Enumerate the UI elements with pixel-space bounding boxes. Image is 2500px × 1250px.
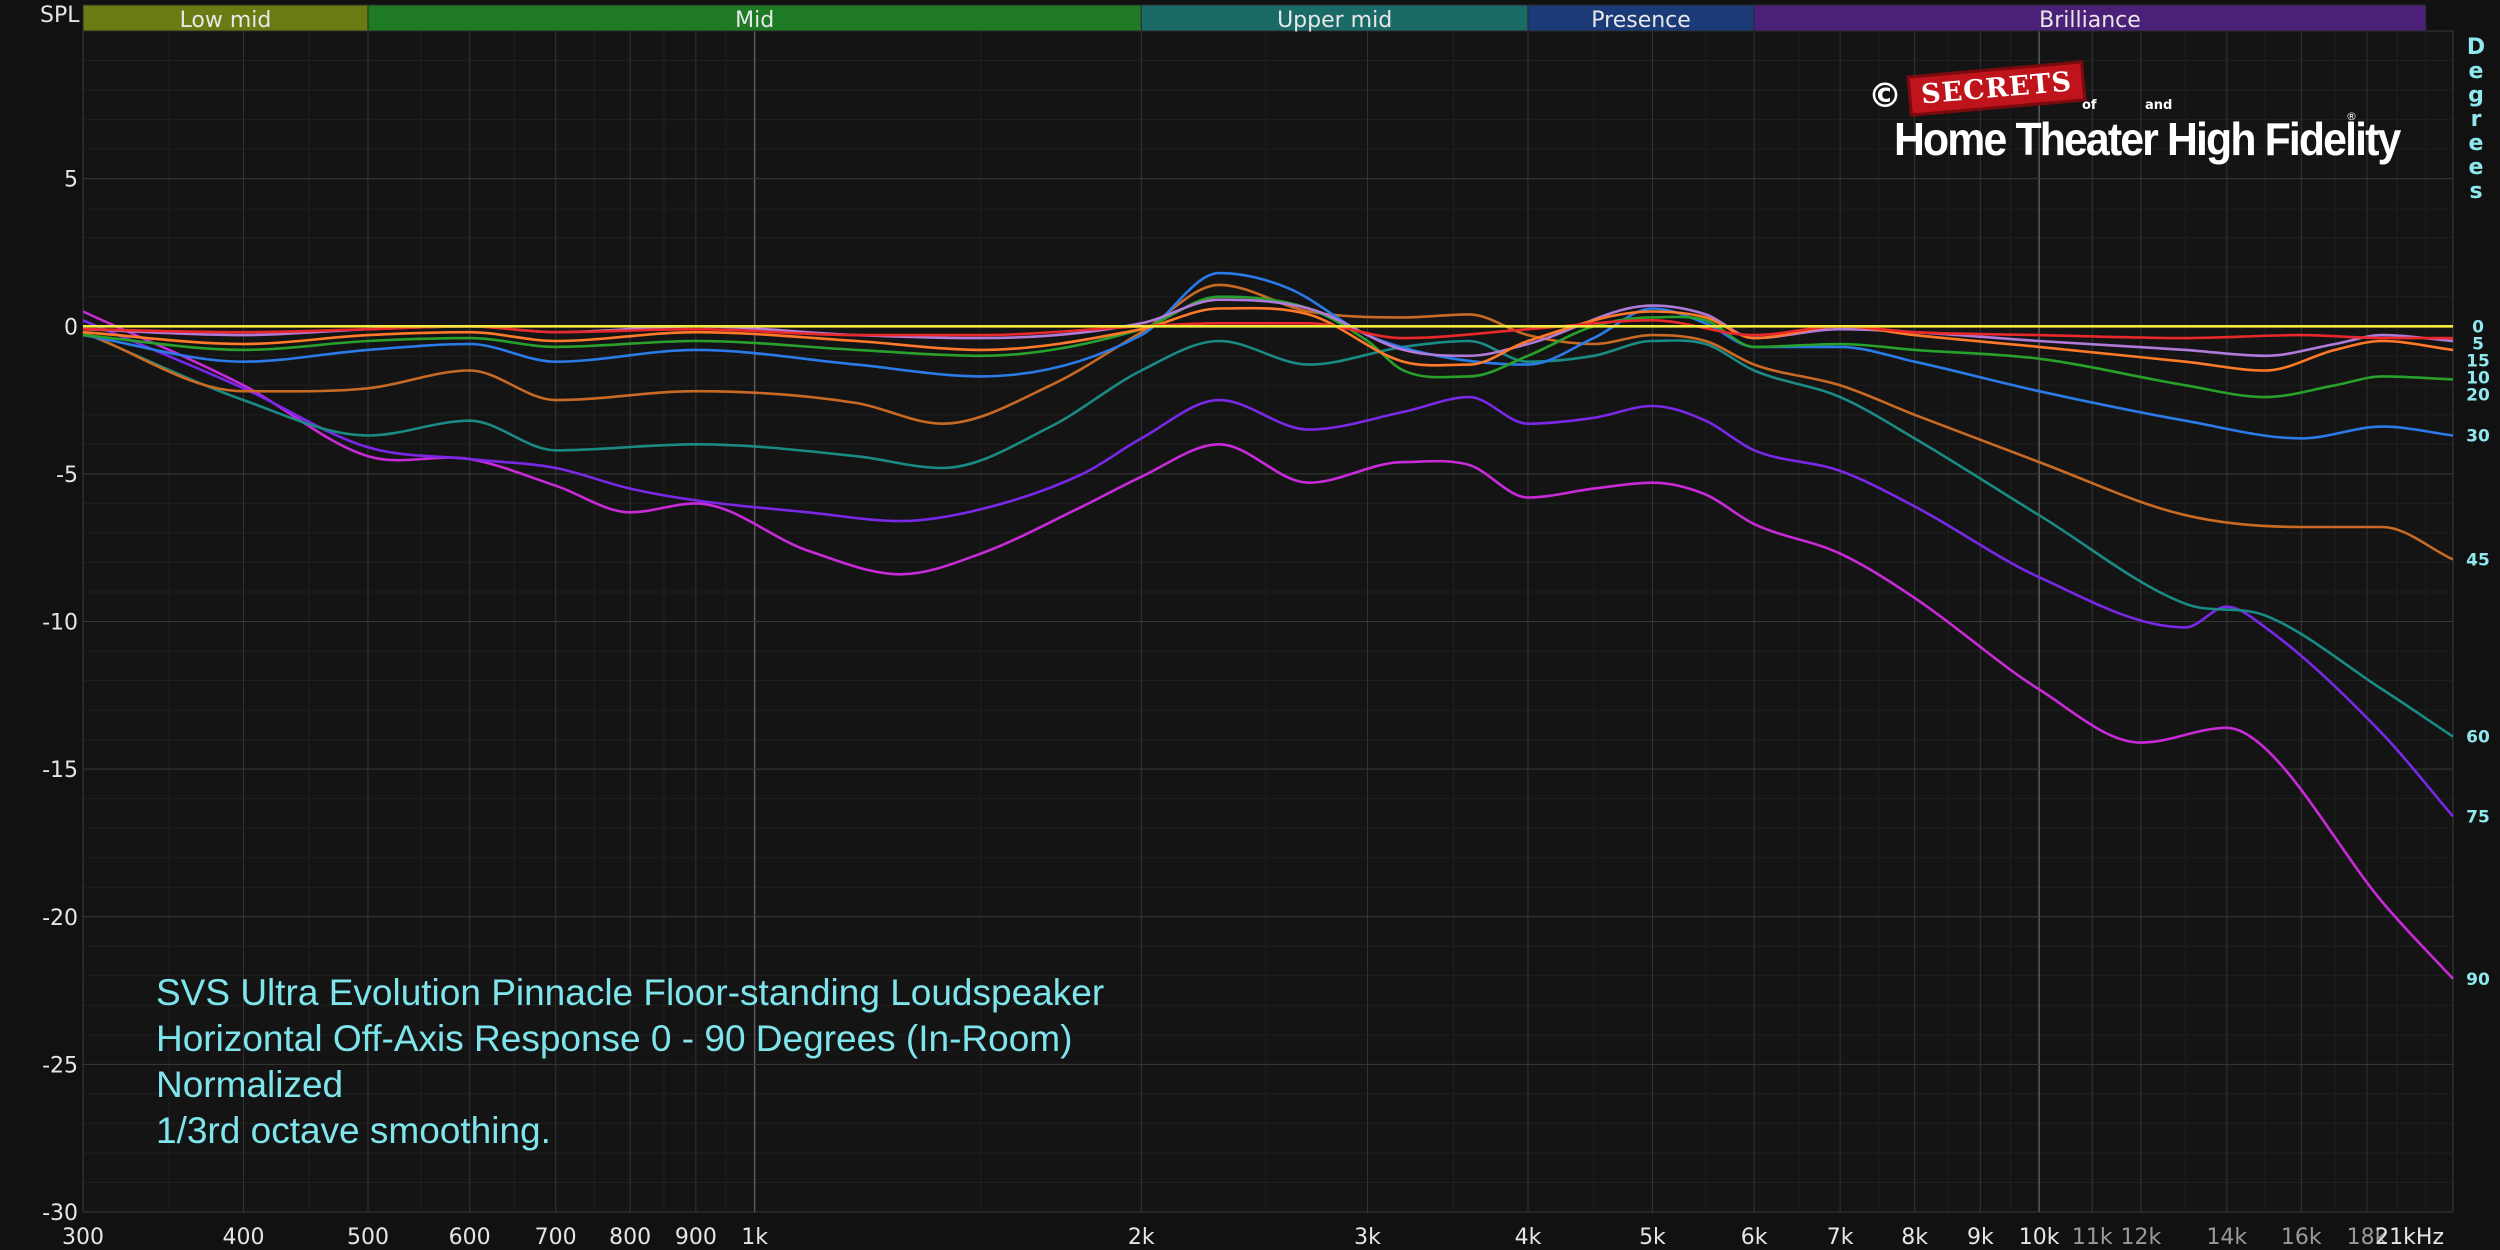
x-tick-label: 9k bbox=[1967, 1225, 1994, 1250]
x-tick-label: 300 bbox=[62, 1225, 104, 1250]
degrees-title-letter: r bbox=[2471, 107, 2482, 132]
y-tick-label: -10 bbox=[42, 611, 78, 636]
x-tick-label: 1k bbox=[741, 1225, 768, 1250]
x-tick-label: 800 bbox=[609, 1225, 651, 1250]
frequency-band-label: Upper mid bbox=[1277, 8, 1392, 33]
degree-label: 60 bbox=[2466, 728, 2490, 748]
degree-label: 20 bbox=[2466, 385, 2490, 405]
degrees-title-letter: D bbox=[2467, 35, 2485, 60]
logo-of-text: of bbox=[2082, 98, 2097, 113]
annotation-line: Horizontal Off-Axis Response 0 - 90 Degr… bbox=[156, 1018, 1073, 1059]
x-tick-label: 7k bbox=[1827, 1225, 1854, 1250]
x-tick-label: 600 bbox=[449, 1225, 491, 1250]
x-tick-label: 14k bbox=[2206, 1225, 2247, 1250]
degrees-title-letter: e bbox=[2469, 155, 2484, 180]
x-tick-label: 5k bbox=[1639, 1225, 1666, 1250]
publisher-logo: © SECRETS of and Home Theater High Fidel… bbox=[1860, 60, 2401, 177]
y-tick-label: 0 bbox=[64, 315, 78, 340]
frequency-band-label: Presence bbox=[1591, 8, 1691, 33]
x-tick-label: 500 bbox=[347, 1225, 389, 1250]
y-tick-label: -15 bbox=[42, 758, 78, 783]
degree-label: 30 bbox=[2466, 426, 2490, 446]
degrees-title-letter: e bbox=[2469, 59, 2484, 84]
frequency-band-label: Mid bbox=[735, 8, 774, 33]
degree-label: 45 bbox=[2466, 550, 2490, 570]
x-axis-unit-label: 21kHz bbox=[2375, 1225, 2444, 1250]
frequency-band-label: Brilliance bbox=[2039, 8, 2141, 33]
x-tick-label: 3k bbox=[1354, 1225, 1381, 1250]
y-tick-label: -25 bbox=[42, 1053, 78, 1078]
x-tick-label: 400 bbox=[222, 1225, 264, 1250]
y-tick-label: -30 bbox=[42, 1201, 78, 1226]
copyright-symbol: © bbox=[1868, 76, 1902, 116]
annotation-line: SVS Ultra Evolution Pinnacle Floor-stand… bbox=[156, 972, 1105, 1013]
x-tick-label: 6k bbox=[1741, 1225, 1768, 1250]
y-tick-label: -20 bbox=[42, 906, 78, 931]
x-tick-label: 4k bbox=[1515, 1225, 1542, 1250]
degrees-title-letter: g bbox=[2468, 83, 2484, 108]
y-tick-label: -5 bbox=[56, 463, 78, 488]
degrees-title-letter: s bbox=[2469, 179, 2482, 204]
y-tick-label: 5 bbox=[64, 168, 78, 193]
annotation-line: 1/3rd octave smoothing. bbox=[156, 1110, 551, 1151]
annotation-line: Normalized bbox=[156, 1064, 344, 1105]
x-tick-label: 8k bbox=[1901, 1225, 1928, 1250]
degrees-title-letter: e bbox=[2469, 131, 2484, 156]
chart-annotation: SVS Ultra Evolution Pinnacle Floor-stand… bbox=[156, 970, 1104, 1154]
degree-label: 75 bbox=[2466, 807, 2490, 827]
x-tick-label: 700 bbox=[535, 1225, 577, 1250]
x-tick-label: 12k bbox=[2120, 1225, 2161, 1250]
degree-label: 90 bbox=[2466, 970, 2490, 990]
x-tick-label: 10k bbox=[2019, 1225, 2060, 1250]
x-tick-label: 2k bbox=[1128, 1225, 1155, 1250]
y-axis-label: SPL bbox=[40, 3, 80, 28]
frequency-band-label: Low mid bbox=[180, 8, 272, 33]
logo-and-text: and bbox=[2145, 98, 2173, 113]
x-tick-label: 900 bbox=[675, 1225, 717, 1250]
frequency-bands: Low mid Mid Upper mid Presence Brilliance bbox=[82, 4, 2427, 33]
logo-brand-text: Home Theater High Fidelity bbox=[1894, 113, 2401, 165]
registered-mark: ® bbox=[2346, 110, 2357, 123]
secrets-stamp: SECRETS bbox=[1906, 60, 2087, 117]
x-tick-label: 16k bbox=[2281, 1225, 2322, 1250]
x-tick-label: 11k bbox=[2072, 1225, 2113, 1250]
